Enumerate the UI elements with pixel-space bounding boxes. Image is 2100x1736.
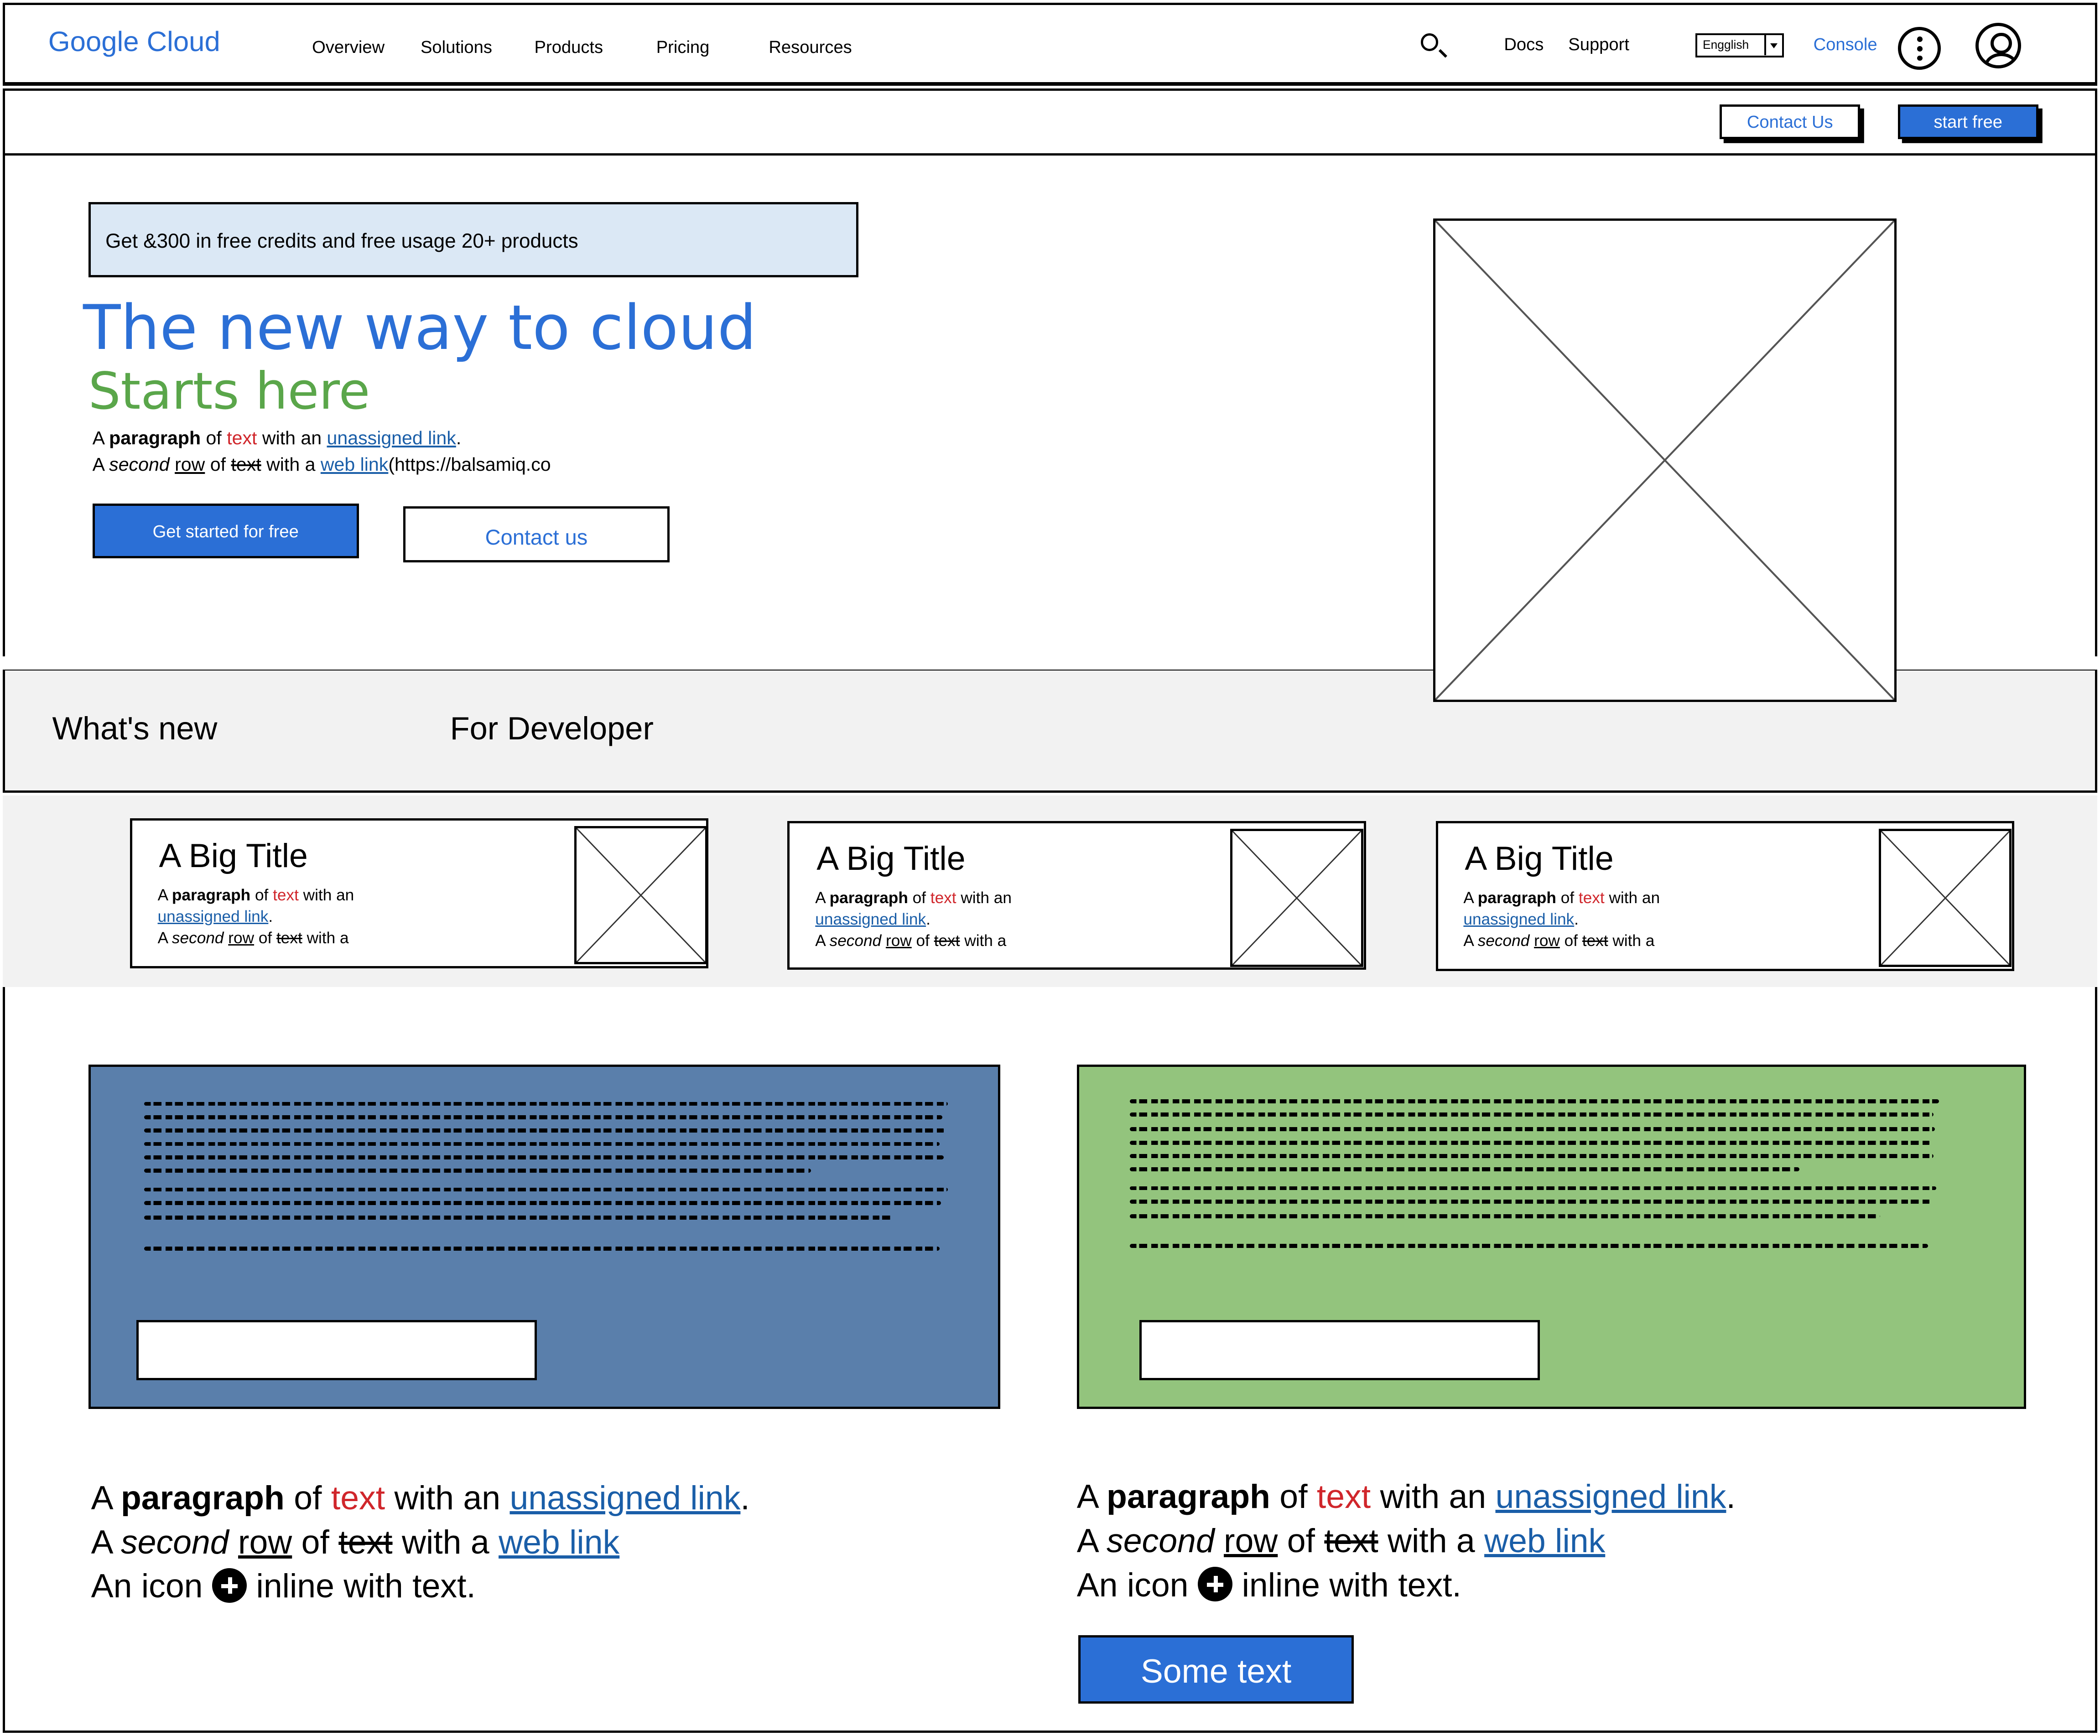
card-body: A paragraph of text with an unassigned l…: [157, 886, 354, 947]
card-image-placeholder: [574, 826, 707, 965]
nav-overview[interactable]: Overview: [312, 37, 385, 57]
card-title: A Big Title: [159, 837, 308, 875]
promo-banner: Get &300 in free credits and free usage …: [88, 202, 859, 277]
more-vertical-icon[interactable]: [1897, 26, 1941, 70]
nav-resources[interactable]: Resources: [769, 37, 852, 57]
language-value: Engglish: [1702, 38, 1749, 52]
get-started-button[interactable]: Get started for free: [92, 504, 359, 559]
contact-button[interactable]: Contact us: [403, 506, 670, 563]
nav-pricing[interactable]: Pricing: [656, 37, 710, 57]
hero-title: The new way to cloud: [83, 292, 757, 364]
bottom-paragraph-left: A paragraph of text with an unassigned l…: [91, 1479, 750, 1605]
nav-support[interactable]: Support: [1568, 35, 1629, 55]
search-icon[interactable]: [1421, 33, 1439, 51]
image-placeholder-icon: [1232, 830, 1362, 966]
card-image-placeholder: [1230, 828, 1364, 967]
image-placeholder-icon: [1435, 220, 1894, 700]
card-image-placeholder: [1878, 828, 2012, 967]
start-free-button[interactable]: start free: [1897, 104, 2038, 140]
user-account-icon[interactable]: [1975, 22, 2021, 68]
web-link[interactable]: web link: [321, 454, 388, 475]
some-text-button[interactable]: Some text: [1078, 1635, 1354, 1704]
nav-products[interactable]: Products: [535, 37, 603, 57]
nav-solutions[interactable]: Solutions: [421, 37, 492, 57]
card-link[interactable]: unassigned link: [1463, 910, 1574, 928]
hero-subtitle: Starts here: [88, 361, 370, 421]
page: Google Cloud Overview Solutions Products…: [0, 0, 2100, 1736]
logo[interactable]: Google Cloud: [48, 26, 220, 58]
hero-image-placeholder: [1433, 218, 1897, 702]
card-title: A Big Title: [816, 840, 966, 878]
tab-for-developer[interactable]: For Developer: [450, 710, 654, 747]
card-link[interactable]: unassigned link: [158, 908, 269, 925]
language-select[interactable]: Engglish: [1695, 33, 1784, 58]
image-placeholder-icon: [576, 827, 706, 963]
unassigned-link[interactable]: unassigned link: [327, 427, 456, 448]
unassigned-link[interactable]: unassigned link: [509, 1479, 740, 1517]
card-1[interactable]: A Big Title A paragraph of text with an …: [130, 818, 709, 968]
dropdown-arrow-icon[interactable]: [1764, 35, 1782, 56]
email-input[interactable]: [136, 1320, 537, 1381]
card-2[interactable]: A Big Title A paragraph of text with an …: [787, 821, 1366, 970]
console-link[interactable]: Console: [1814, 35, 1877, 55]
card-body: A paragraph of text with an unassigned l…: [815, 889, 1012, 950]
image-placeholder-icon: [1880, 830, 2010, 966]
nav-docs[interactable]: Docs: [1504, 35, 1544, 55]
hero-paragraph: A paragraph of text with an unassigned l…: [92, 427, 551, 475]
bottom-paragraph-right: A paragraph of text with an unassigned l…: [1076, 1477, 1736, 1604]
card-link[interactable]: unassigned link: [815, 910, 926, 928]
card-body: A paragraph of text with an unassigned l…: [1463, 889, 1660, 950]
text-input[interactable]: [1139, 1320, 1540, 1381]
green-panel: [1076, 1065, 2027, 1409]
card-title: A Big Title: [1465, 840, 1614, 878]
web-link[interactable]: web link: [499, 1523, 619, 1561]
plus-circle-icon: [1197, 1566, 1233, 1602]
tab-whats-new[interactable]: What's new: [52, 710, 218, 747]
card-3[interactable]: A Big Title A paragraph of text with an …: [1435, 821, 2015, 971]
web-link[interactable]: web link: [1484, 1522, 1605, 1559]
plus-circle-icon: [212, 1568, 247, 1603]
contact-us-button[interactable]: Contact Us: [1720, 104, 1861, 140]
unassigned-link[interactable]: unassigned link: [1496, 1478, 1726, 1515]
blue-panel: [88, 1065, 1001, 1409]
